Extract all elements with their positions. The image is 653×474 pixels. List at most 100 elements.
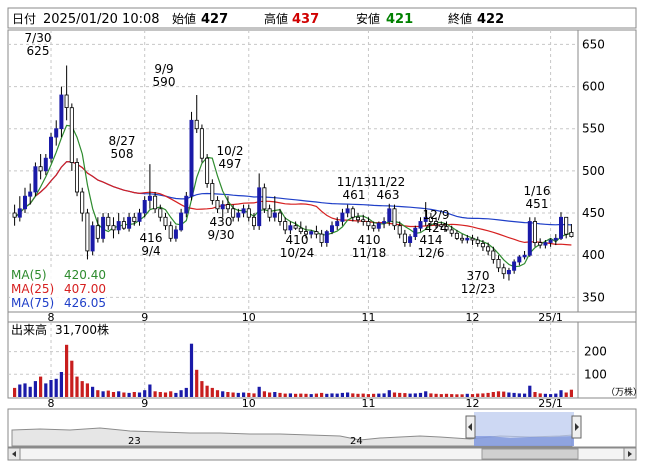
- candle-body: [382, 221, 387, 224]
- candle-body: [246, 208, 251, 218]
- scroll-right-button[interactable]: [623, 447, 637, 461]
- low-label: 安値: [356, 11, 380, 26]
- volume-bar: [528, 385, 532, 397]
- volume-bar: [158, 392, 162, 397]
- candle-body: [496, 258, 501, 269]
- volume-bar: [236, 392, 240, 397]
- volume-bar: [75, 376, 79, 397]
- volume-bar: [288, 393, 292, 397]
- annotation-price: 410: [286, 233, 309, 247]
- volume-bar: [392, 392, 397, 397]
- price-tick-label: 350: [582, 290, 605, 304]
- candle-body: [329, 225, 334, 232]
- volume-bar: [486, 392, 490, 397]
- candle-body: [517, 256, 522, 263]
- volume-bar: [215, 390, 220, 397]
- navigator-selected-area: [474, 436, 574, 446]
- annotation-date: 7/30: [25, 31, 52, 45]
- volume-bar: [111, 392, 116, 397]
- candle-body: [387, 208, 392, 222]
- annotation-price: 410: [358, 233, 381, 247]
- volume-bar: [294, 393, 298, 397]
- volume-bar: [210, 387, 214, 397]
- volume-bar: [200, 381, 204, 397]
- candle-body: [350, 208, 355, 218]
- candle-body: [267, 208, 272, 218]
- candle-body: [215, 199, 220, 210]
- price-tick-label: 500: [582, 164, 605, 178]
- volume-bar: [169, 391, 173, 397]
- volume-bar: [387, 390, 391, 397]
- candle-body: [251, 216, 256, 227]
- volume-bar: [85, 383, 89, 397]
- candle-body: [54, 128, 59, 138]
- volume-bar: [226, 392, 230, 397]
- chart-canvas: 日付 2025/01/20 10:08 始値 427 高値 437 安値 421…: [7, 7, 642, 461]
- volume-bar: [491, 392, 495, 397]
- navigator-right-handle[interactable]: [571, 415, 582, 439]
- candle-body: [569, 231, 574, 237]
- volume-bar: [444, 393, 449, 397]
- candle-body: [371, 225, 376, 229]
- volume-value: 31,700株: [55, 322, 109, 337]
- candle-body: [168, 225, 173, 239]
- candle-body: [376, 222, 381, 229]
- candle-body: [335, 221, 340, 227]
- candle-body: [480, 242, 485, 248]
- volume-bar: [481, 393, 485, 397]
- candle-body: [366, 221, 371, 227]
- volume-bar: [523, 393, 527, 397]
- candle-body: [17, 208, 22, 218]
- volume-bar: [184, 387, 188, 397]
- volume-bar: [507, 392, 511, 397]
- scrollbar-thumb[interactable]: [481, 448, 579, 460]
- volume-bar: [117, 391, 121, 397]
- candle-body: [506, 269, 511, 275]
- candle-body: [179, 212, 184, 231]
- candle-body: [288, 225, 293, 231]
- volume-bar: [346, 392, 350, 397]
- x-tick-label: 25/1: [538, 397, 563, 410]
- volume-bar: [163, 392, 168, 397]
- volume-bar: [91, 386, 95, 397]
- volume-bar: [179, 390, 183, 397]
- candle-body: [69, 107, 74, 163]
- candle-body: [283, 221, 288, 231]
- candle-body: [564, 216, 569, 235]
- price-tick-label: 550: [582, 122, 605, 136]
- volume-bar: [106, 390, 110, 397]
- high-value: 437: [292, 12, 319, 27]
- annotation-price: 370: [467, 269, 490, 283]
- candle-body: [345, 208, 350, 214]
- volume-bar: [408, 393, 412, 397]
- volume-bar: [70, 360, 74, 397]
- ma75-label: MA(75): [11, 296, 54, 310]
- candle-body: [314, 231, 319, 235]
- annotation-price: 508: [111, 147, 134, 161]
- candle-body: [38, 166, 43, 172]
- volume-bar: [143, 390, 147, 397]
- volume-bar: [257, 386, 261, 397]
- volume-bar: [512, 392, 516, 397]
- volume-bar: [283, 393, 287, 397]
- candle-body: [210, 183, 215, 201]
- close-label: 終値: [448, 11, 472, 26]
- volume-bar: [273, 392, 277, 397]
- candle-body: [397, 225, 402, 235]
- candle-body: [194, 119, 199, 130]
- chart-widget: 日付 2025/01/20 10:08 始値 427 高値 437 安値 421…: [0, 0, 653, 470]
- x-tick-label: 9: [141, 397, 148, 410]
- volume-bar: [450, 394, 454, 397]
- candle-body: [491, 250, 496, 260]
- scroll-left-button[interactable]: [7, 447, 21, 461]
- volume-bar: [221, 391, 225, 397]
- candle-body: [22, 195, 27, 210]
- candle-body: [158, 208, 163, 218]
- volume-bar: [517, 393, 521, 397]
- candle-body: [392, 208, 397, 227]
- volume-bar: [80, 381, 84, 397]
- candle-body: [33, 166, 38, 193]
- navigator-left-handle[interactable]: [465, 415, 476, 439]
- candle-body: [277, 212, 282, 222]
- annotation-price: 590: [153, 75, 176, 89]
